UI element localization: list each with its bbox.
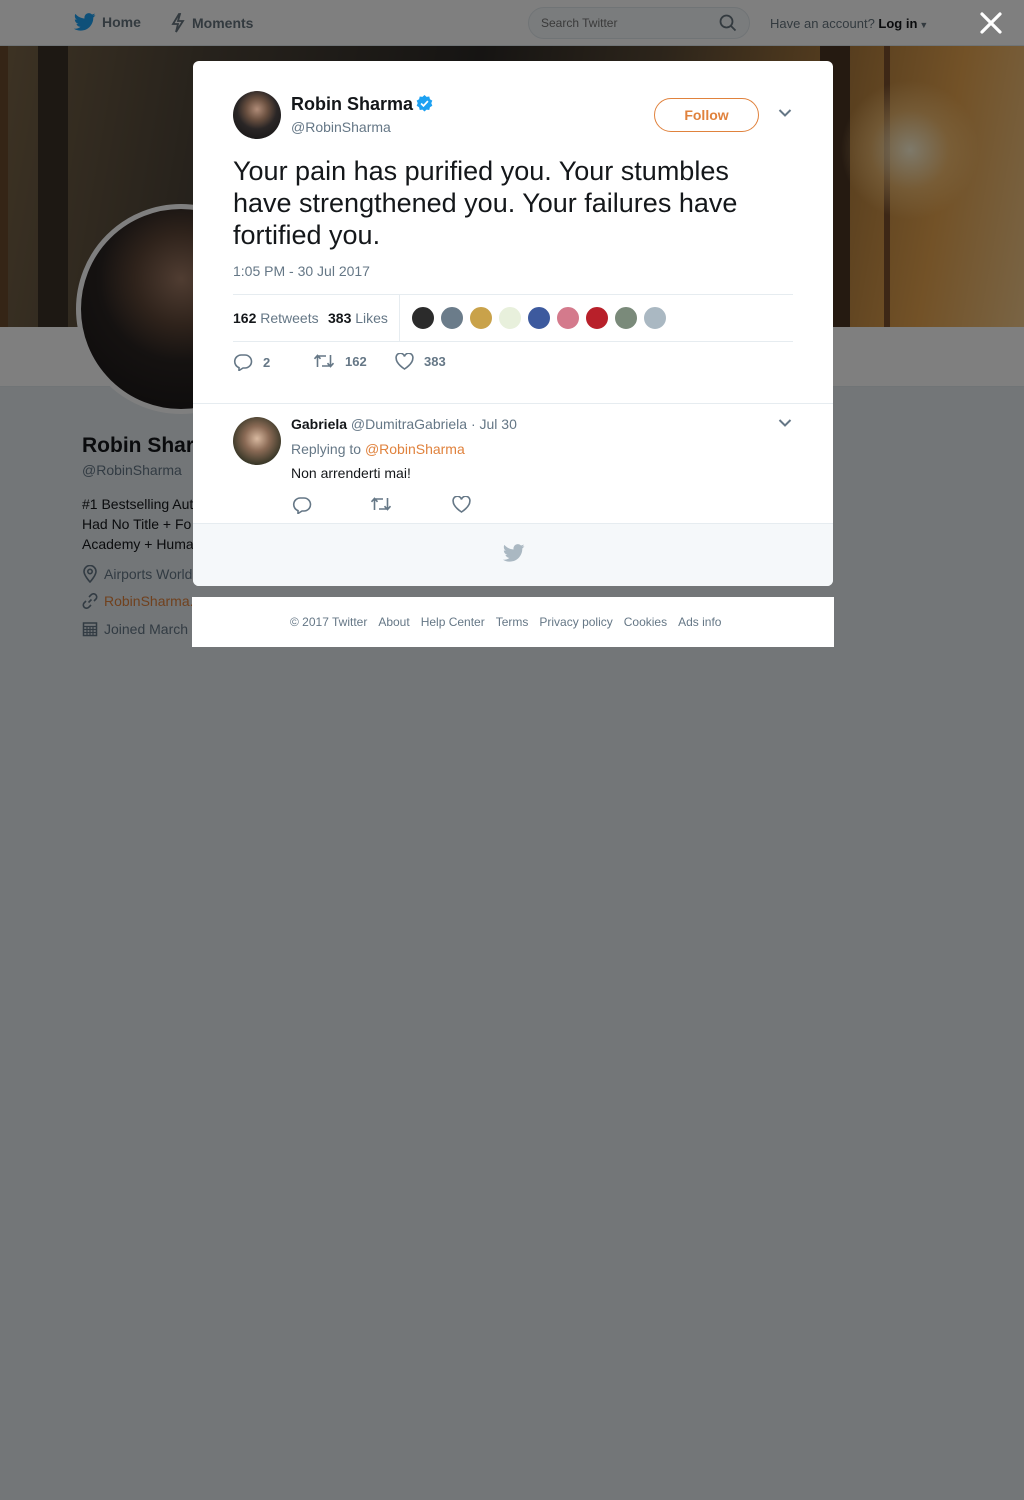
site-footer: © 2017 Twitter About Help Center Terms P… bbox=[192, 597, 834, 647]
heart-icon bbox=[395, 353, 414, 370]
like-action[interactable]: 383 bbox=[395, 353, 446, 370]
retweets-label: Retweets bbox=[260, 310, 319, 326]
tweet-stats: 162 Retweets 383 Likes bbox=[233, 294, 793, 342]
reply-count: 2 bbox=[263, 354, 271, 370]
retweets-count: 162 bbox=[233, 310, 257, 326]
retweet-count: 162 bbox=[345, 353, 367, 369]
liker-avatar[interactable] bbox=[585, 306, 609, 330]
liker-avatar[interactable] bbox=[614, 306, 638, 330]
footer-link-help-center[interactable]: Help Center bbox=[421, 615, 485, 629]
tweet-text: Your pain has purified you. Your stumble… bbox=[233, 156, 738, 250]
retweet-action[interactable]: 162 bbox=[313, 353, 367, 369]
tweet-timestamp[interactable]: 1:05 PM - 30 Jul 2017 bbox=[233, 263, 370, 279]
liker-avatar[interactable] bbox=[469, 306, 493, 330]
liker-avatar[interactable] bbox=[411, 306, 435, 330]
tweet-author-handle[interactable]: @RobinSharma bbox=[291, 119, 391, 135]
tweet-actions: 2 162 383 bbox=[233, 353, 793, 377]
likes-count: 383 bbox=[328, 310, 352, 326]
heart-icon[interactable] bbox=[452, 496, 471, 513]
close-icon[interactable] bbox=[978, 10, 1004, 36]
retweet-icon bbox=[313, 354, 335, 368]
footer-copyright: © 2017 Twitter bbox=[290, 615, 368, 629]
tweet-modal: Robin Sharma @RobinSharma Follow Your pa… bbox=[193, 61, 833, 586]
modal-footer bbox=[193, 523, 833, 586]
follow-button[interactable]: Follow bbox=[654, 98, 759, 132]
replying-to-link[interactable]: @RobinSharma bbox=[365, 441, 465, 457]
footer-link-terms[interactable]: Terms bbox=[496, 615, 529, 629]
like-count: 383 bbox=[424, 354, 446, 369]
retweets-stat[interactable]: 162 Retweets bbox=[233, 310, 319, 326]
twitter-bird-icon bbox=[503, 544, 525, 562]
liker-avatar[interactable] bbox=[643, 306, 667, 330]
liker-avatar[interactable] bbox=[527, 306, 551, 330]
reply-tweet[interactable]: Gabriela @DumitraGabriela · Jul 30 Reply… bbox=[193, 403, 833, 523]
liker-avatar[interactable] bbox=[556, 306, 580, 330]
footer-link-ads-info[interactable]: Ads info bbox=[678, 615, 721, 629]
likes-stat[interactable]: 383 Likes bbox=[328, 310, 388, 326]
stats-divider bbox=[399, 295, 400, 342]
chevron-down-icon[interactable] bbox=[778, 418, 792, 428]
reply-action[interactable]: 2 bbox=[233, 353, 270, 371]
footer-link-cookies[interactable]: Cookies bbox=[624, 615, 667, 629]
footer-links: © 2017 Twitter About Help Center Terms P… bbox=[290, 615, 732, 629]
reply-header: Gabriela @DumitraGabriela · Jul 30 bbox=[291, 416, 517, 432]
retweet-icon[interactable] bbox=[370, 496, 392, 512]
likes-label: Likes bbox=[355, 310, 388, 326]
tweet-author-name[interactable]: Robin Sharma bbox=[291, 94, 413, 115]
liker-avatar[interactable] bbox=[440, 306, 464, 330]
replying-prefix: Replying to bbox=[291, 441, 362, 457]
reply-author-handle[interactable]: @DumitraGabriela bbox=[351, 416, 467, 432]
reply-author-name[interactable]: Gabriela bbox=[291, 416, 347, 432]
reply-author-avatar[interactable] bbox=[233, 417, 281, 465]
tweet-author-avatar[interactable] bbox=[233, 91, 281, 139]
reply-icon bbox=[233, 354, 253, 371]
chevron-down-icon[interactable] bbox=[778, 108, 792, 118]
liker-avatar[interactable] bbox=[498, 306, 522, 330]
verified-badge-icon bbox=[416, 95, 433, 112]
reply-icon[interactable] bbox=[292, 496, 312, 514]
reply-date[interactable]: · Jul 30 bbox=[471, 416, 517, 432]
footer-link-privacy[interactable]: Privacy policy bbox=[539, 615, 612, 629]
footer-link-about[interactable]: About bbox=[378, 615, 409, 629]
reply-text: Non arrenderti mai! bbox=[291, 465, 411, 481]
replying-to: Replying to @RobinSharma bbox=[291, 441, 465, 457]
